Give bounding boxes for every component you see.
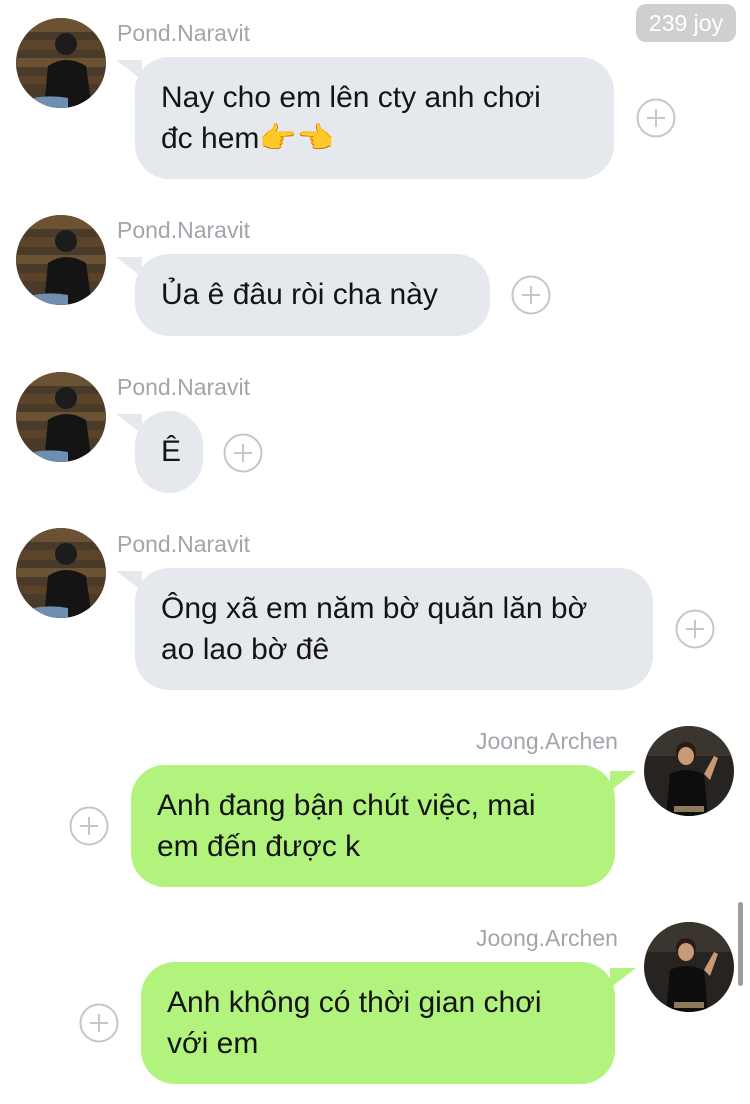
plus-circle-icon bbox=[79, 1003, 119, 1043]
add-reaction-button[interactable] bbox=[69, 806, 109, 846]
sender-name: Pond.Naravit bbox=[117, 217, 250, 243]
message-text-line: Nay cho em lên cty anh chơi bbox=[161, 81, 541, 114]
plus-circle-icon bbox=[636, 98, 676, 138]
avatar-pond[interactable] bbox=[16, 215, 106, 305]
sender-name: Joong.Archen bbox=[476, 728, 618, 754]
bubble-tail bbox=[610, 968, 636, 988]
message-text-line: Ông xã em năm bờ quăn lăn bờ bbox=[161, 592, 588, 625]
add-reaction-button[interactable] bbox=[636, 98, 676, 138]
sender-name: Pond.Naravit bbox=[117, 374, 250, 400]
message-text-line: Anh không có thời gian chơi bbox=[167, 986, 542, 1019]
message-text-line: em đến được k bbox=[157, 830, 361, 863]
message-bubble[interactable]: Anh không có thời gian chơi với em bbox=[141, 962, 615, 1084]
message-bubble[interactable]: Nay cho em lên cty anh chơi đc hem👉👈 bbox=[135, 57, 614, 179]
avatar-pond[interactable] bbox=[16, 18, 106, 108]
sender-name: Pond.Naravit bbox=[117, 20, 250, 46]
add-reaction-button[interactable] bbox=[511, 275, 551, 315]
message-text-line: Anh đang bận chút việc, mai bbox=[157, 789, 536, 822]
message-text-line: với em bbox=[167, 1027, 259, 1060]
sender-name: Joong.Archen bbox=[476, 925, 618, 951]
add-reaction-button[interactable] bbox=[223, 433, 263, 473]
avatar-joong[interactable] bbox=[644, 726, 734, 816]
avatar-pond[interactable] bbox=[16, 372, 106, 462]
bubble-tail bbox=[610, 771, 636, 791]
message-text-line: đc hem👉👈 bbox=[161, 122, 335, 155]
message-bubble[interactable]: Ông xã em năm bờ quăn lăn bờ ao lao bờ đ… bbox=[135, 568, 653, 690]
message-bubble[interactable]: Ủa ê đâu ròi cha này bbox=[135, 254, 490, 336]
plus-circle-icon bbox=[223, 433, 263, 473]
message-text-line: Ê bbox=[161, 435, 182, 468]
avatar-joong[interactable] bbox=[644, 922, 734, 1012]
add-reaction-button[interactable] bbox=[79, 1003, 119, 1043]
add-reaction-button[interactable] bbox=[675, 609, 715, 649]
plus-circle-icon bbox=[675, 609, 715, 649]
message-bubble[interactable]: Anh đang bận chút việc, mai em đến được … bbox=[131, 765, 615, 887]
message-bubble[interactable]: Ê bbox=[135, 411, 203, 493]
message-text-line: Ủa ê đâu ròi cha này bbox=[161, 278, 438, 311]
message-text-line: ao lao bờ đê bbox=[161, 633, 330, 666]
plus-circle-icon bbox=[511, 275, 551, 315]
scrollbar-thumb[interactable] bbox=[738, 902, 743, 986]
plus-circle-icon bbox=[69, 806, 109, 846]
unread-count-badge[interactable]: 239 joy bbox=[636, 4, 736, 42]
avatar-pond[interactable] bbox=[16, 528, 106, 618]
sender-name: Pond.Naravit bbox=[117, 531, 250, 557]
